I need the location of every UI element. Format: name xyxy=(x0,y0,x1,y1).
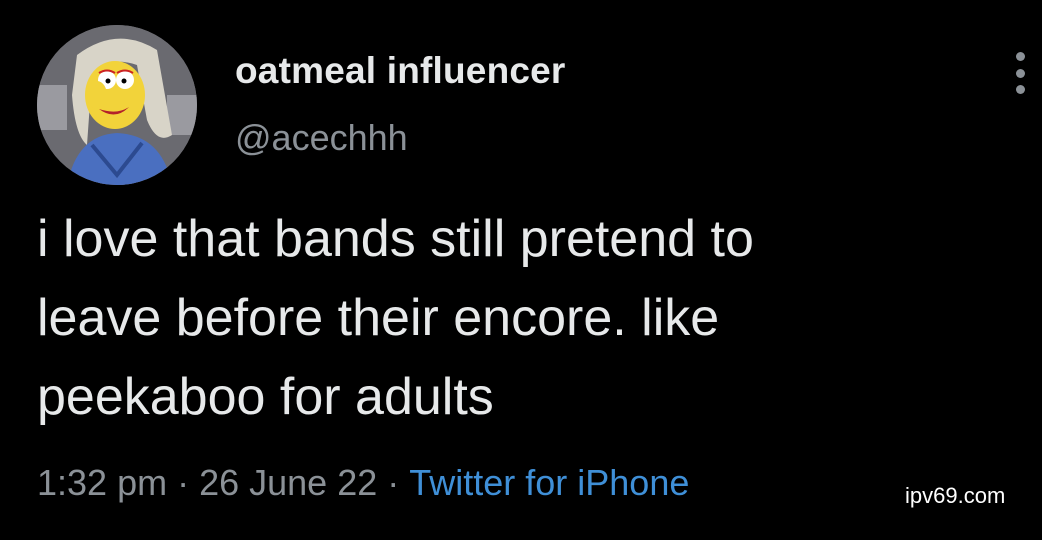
avatar[interactable] xyxy=(37,25,197,185)
tweet-meta: 1:32 pm · 26 June 22 · Twitter for iPhone xyxy=(37,462,689,504)
meta-separator: · xyxy=(177,462,190,503)
tweet-text-line: i love that bands still pretend to xyxy=(37,210,754,268)
meta-separator: · xyxy=(387,462,400,503)
tweet-text-line: peekaboo for adults xyxy=(37,368,494,426)
more-dot xyxy=(1015,85,1025,94)
watermark: ipv69.com xyxy=(905,483,1006,508)
tweet-card: oatmeal influencer @acechhh i love that … xyxy=(0,0,1042,540)
tweet-time[interactable]: 1:32 pm xyxy=(37,462,167,503)
more-options-icon[interactable] xyxy=(1008,52,1032,94)
more-dot xyxy=(1015,68,1025,78)
tweet-text-line: leave before their encore. like xyxy=(37,289,720,347)
tweet-date[interactable]: 26 June 22 xyxy=(199,462,377,503)
display-name[interactable]: oatmeal influencer xyxy=(235,50,566,92)
tweet-source-link[interactable]: Twitter for iPhone xyxy=(409,462,689,503)
tweet-text: i love that bands still pretend to leave… xyxy=(37,200,1017,437)
user-handle[interactable]: @acechhh xyxy=(235,117,408,159)
more-dot xyxy=(1015,52,1025,61)
cartoon-avatar-icon xyxy=(37,25,197,185)
